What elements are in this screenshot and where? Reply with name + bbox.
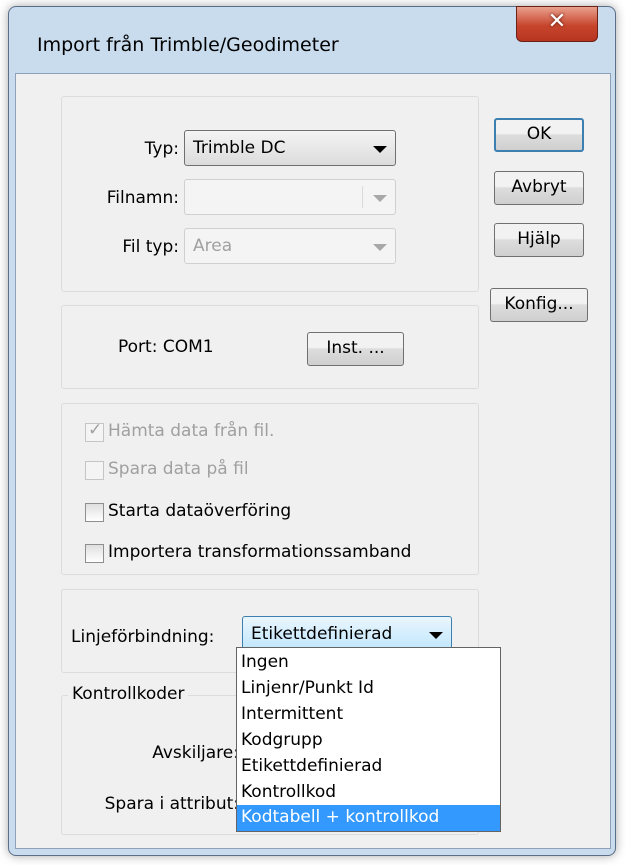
chevron-down-icon bbox=[373, 146, 387, 153]
cancel-button[interactable]: Avbryt bbox=[494, 171, 584, 205]
list-item[interactable]: Linjenr/Punkt Id bbox=[237, 676, 500, 702]
kontroll-title: Kontrollkoder bbox=[68, 684, 189, 704]
linje-dropdown-list[interactable]: Ingen Linjenr/Punkt Id Intermittent Kodg… bbox=[236, 647, 501, 832]
list-item[interactable]: Kontrollkod bbox=[237, 780, 500, 806]
combo-separator bbox=[362, 186, 363, 208]
starta-checkbox[interactable] bbox=[85, 503, 104, 522]
importera-label: Importera transformationssamband bbox=[108, 542, 412, 562]
chevron-down-icon bbox=[373, 244, 387, 251]
list-item[interactable]: Etikettdefinierad bbox=[237, 754, 500, 780]
linje-value: Etikettdefinierad bbox=[251, 624, 393, 644]
typ-label: Typ: bbox=[144, 139, 179, 159]
ok-button[interactable]: OK bbox=[494, 118, 584, 152]
config-button[interactable]: Konfig... bbox=[490, 288, 588, 322]
list-item[interactable]: Intermittent bbox=[237, 702, 500, 728]
spara-attribut-label: Spara i attribut: bbox=[104, 794, 239, 814]
chevron-down-icon bbox=[373, 195, 387, 202]
starta-label: Starta dataöverföring bbox=[108, 501, 292, 521]
spara-label: Spara data på fil bbox=[108, 459, 249, 479]
linje-label: Linjeförbindning: bbox=[71, 627, 215, 647]
inst-button[interactable]: Inst. ... bbox=[307, 332, 404, 366]
close-button[interactable]: ✕ bbox=[516, 6, 598, 42]
typ-value: Trimble DC bbox=[193, 138, 286, 158]
filnamn-select[interactable] bbox=[184, 179, 396, 215]
filtyp-select[interactable]: Area bbox=[184, 228, 396, 264]
hamta-checkbox[interactable]: ✓ bbox=[85, 420, 104, 442]
title-bar[interactable]: Import från Trimble/Geodimeter ✕ bbox=[9, 6, 615, 75]
window-title: Import från Trimble/Geodimeter bbox=[37, 34, 339, 56]
typ-select[interactable]: Trimble DC bbox=[184, 130, 396, 166]
filtyp-label: Fil typ: bbox=[122, 237, 179, 257]
port-label: Port: COM1 bbox=[118, 337, 214, 357]
help-button[interactable]: Hjälp bbox=[494, 223, 584, 257]
checkmark-icon: ✓ bbox=[88, 420, 103, 440]
filnamn-label: Filnamn: bbox=[106, 188, 179, 208]
list-item-selected[interactable]: Kodtabell + kontrollkod bbox=[237, 805, 500, 831]
list-item[interactable]: Kodgrupp bbox=[237, 728, 500, 754]
importera-checkbox[interactable] bbox=[85, 544, 104, 563]
avskiljare-label: Avskiljare: bbox=[152, 743, 239, 763]
filtyp-value: Area bbox=[193, 236, 233, 256]
list-item[interactable]: Ingen bbox=[237, 650, 500, 676]
spara-checkbox[interactable] bbox=[85, 461, 104, 480]
chevron-down-icon bbox=[429, 632, 443, 639]
close-icon: ✕ bbox=[547, 9, 567, 34]
hamta-label: Hämta data från fil. bbox=[108, 421, 275, 441]
